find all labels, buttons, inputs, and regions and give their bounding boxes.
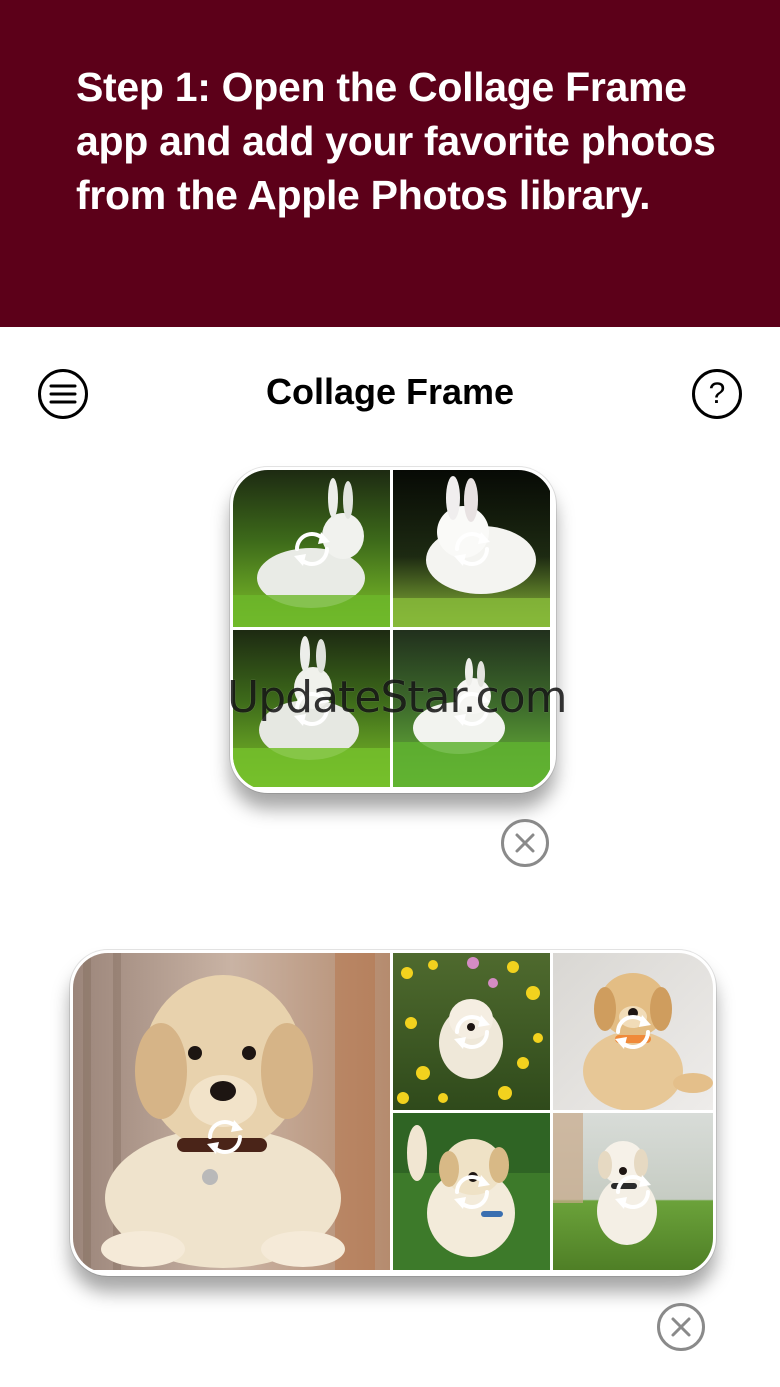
swap-arrows-icon[interactable] [606, 1005, 660, 1059]
remove-collage-button[interactable] [657, 1303, 705, 1351]
swap-arrows-icon[interactable] [606, 1165, 660, 1219]
help-button[interactable]: ? [692, 369, 742, 419]
swap-arrows-icon[interactable] [198, 1110, 252, 1164]
swap-arrows-icon[interactable] [445, 1005, 499, 1059]
collage-photo-cell[interactable] [393, 470, 550, 627]
rabbit-collage[interactable] [230, 467, 556, 793]
instruction-text: Step 1: Open the Collage Frame app and a… [76, 64, 716, 218]
collage-photo-cell[interactable] [73, 953, 390, 1270]
remove-collage-button[interactable] [501, 819, 549, 867]
watermark: UpdateStar.com [227, 672, 568, 723]
swap-arrows-icon[interactable] [285, 522, 339, 576]
puppy-collage[interactable] [70, 950, 716, 1276]
help-icon: ? [708, 377, 726, 410]
collage-photo-cell[interactable] [553, 953, 713, 1110]
close-icon [671, 1317, 691, 1337]
collage-photo-cell[interactable] [233, 470, 390, 627]
collage-photo-cell[interactable] [553, 1113, 713, 1270]
collage-photo-cell[interactable] [393, 953, 550, 1110]
collage-photo-cell[interactable] [393, 1113, 550, 1270]
navigation-bar: Collage Frame ? [0, 327, 780, 457]
swap-arrows-icon[interactable] [445, 522, 499, 576]
close-icon [515, 833, 535, 853]
app-title: Collage Frame [265, 371, 515, 412]
swap-arrows-icon[interactable] [445, 1165, 499, 1219]
instruction-banner: Step 1: Open the Collage Frame app and a… [0, 0, 780, 327]
